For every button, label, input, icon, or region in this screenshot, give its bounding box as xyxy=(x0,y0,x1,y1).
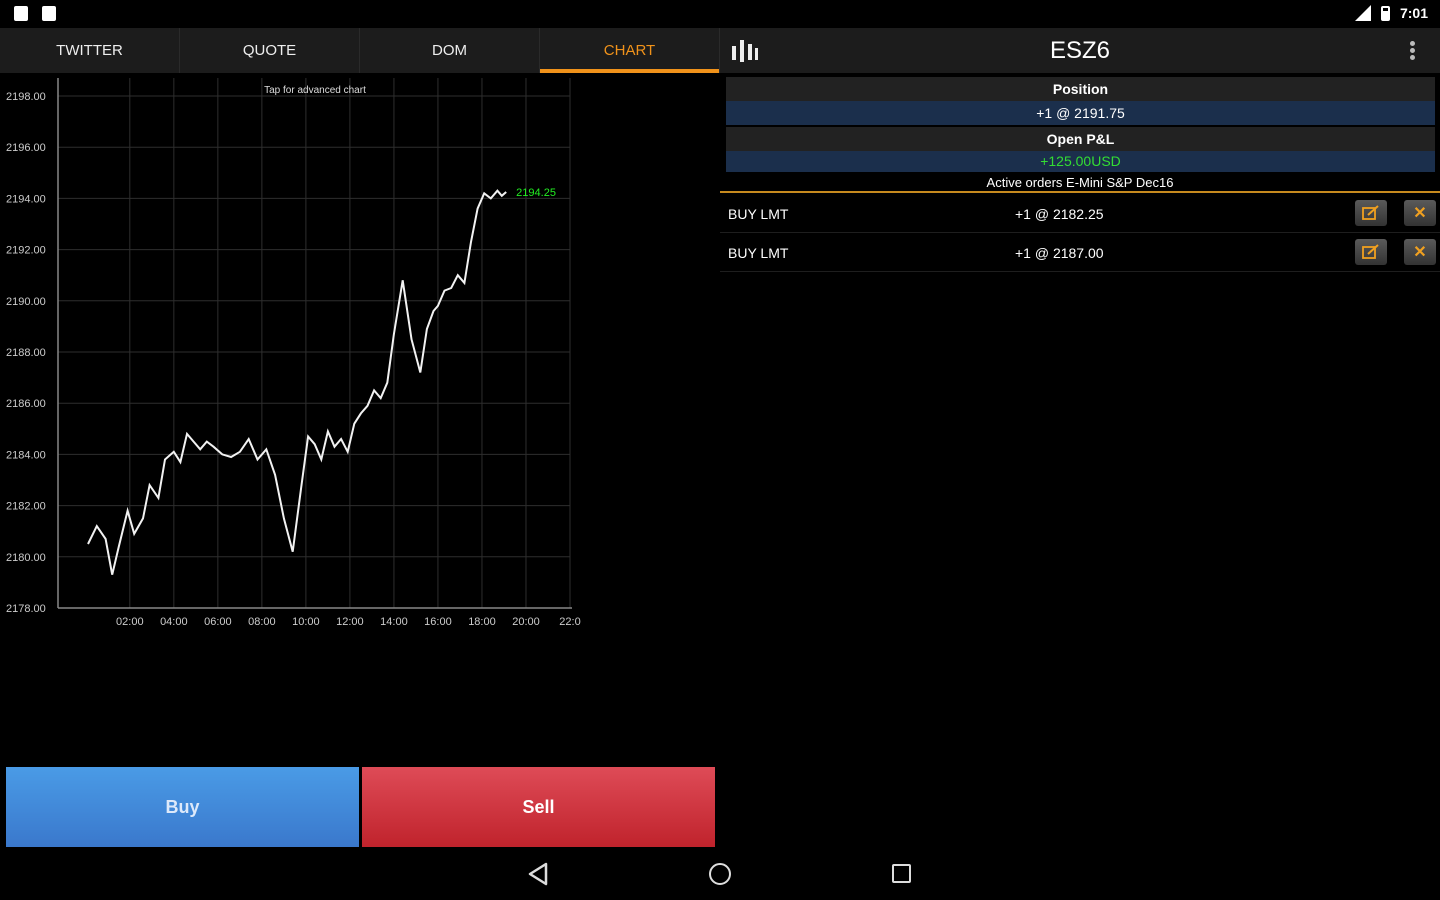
price-chart-svg[interactable]: 2198.00 2196.00 2194.00 2192.00 2190.00 2188.… xyxy=(0,73,720,653)
order-row: BUY LMT +1 @ 2187.00 ✕ xyxy=(720,235,1440,272)
x-tick-label: 06:00 xyxy=(204,616,232,628)
tab-bar: TWITTER QUOTE DOM CHART xyxy=(0,28,720,73)
y-tick-label: 2182.00 xyxy=(6,501,46,513)
close-icon: ✕ xyxy=(1413,205,1427,222)
pnl-value: +125.00USD xyxy=(726,151,1435,172)
y-tick-label: 2188.00 xyxy=(6,347,46,359)
x-tick-label: 20:00 xyxy=(512,616,540,628)
y-tick-label: 2190.00 xyxy=(6,296,46,308)
signal-icon xyxy=(1354,5,1371,21)
order-row: BUY LMT +1 @ 2182.25 ✕ xyxy=(720,196,1440,233)
back-icon[interactable] xyxy=(527,862,549,886)
order-quantity-price: +1 @ 2187.00 xyxy=(1015,245,1104,261)
x-tick-label: 12:00 xyxy=(336,616,364,628)
home-icon[interactable] xyxy=(709,863,731,885)
order-type: BUY LMT xyxy=(728,245,789,261)
y-tick-label: 2192.00 xyxy=(6,245,46,257)
notification-icon xyxy=(42,6,56,21)
y-tick-label: 2184.00 xyxy=(6,449,46,461)
edit-order-button[interactable] xyxy=(1355,239,1387,265)
buy-button[interactable]: Buy xyxy=(6,767,359,847)
edit-order-button[interactable] xyxy=(1355,200,1387,226)
sell-button[interactable]: Sell xyxy=(362,767,715,847)
edit-icon xyxy=(1362,205,1379,220)
y-tick-label: 2178.00 xyxy=(6,603,46,615)
tab-dom[interactable]: DOM xyxy=(360,28,540,73)
order-quantity-price: +1 @ 2182.25 xyxy=(1015,206,1104,222)
price-series-line xyxy=(87,189,507,575)
battery-icon xyxy=(1380,5,1390,21)
cancel-order-button[interactable]: ✕ xyxy=(1404,239,1436,265)
close-icon: ✕ xyxy=(1413,244,1427,261)
y-tick-label: 2198.00 xyxy=(6,91,46,103)
position-value: +1 @ 2191.75 xyxy=(726,101,1435,125)
tab-quote[interactable]: QUOTE xyxy=(180,28,360,73)
notification-icon xyxy=(14,6,28,21)
x-tick-label: 08:00 xyxy=(248,616,276,628)
symbol-title: ESZ6 xyxy=(1049,37,1111,64)
last-price-label: 2194.25 xyxy=(516,187,556,199)
status-time: 7:01 xyxy=(1399,5,1428,21)
x-tick-label: 04:00 xyxy=(160,616,188,628)
x-tick-label: 18:00 xyxy=(468,616,496,628)
overflow-menu-icon[interactable] xyxy=(1410,41,1416,61)
y-tick-label: 2180.00 xyxy=(6,552,46,564)
y-tick-label: 2186.00 xyxy=(6,398,46,410)
cancel-order-button[interactable]: ✕ xyxy=(1404,200,1436,226)
symbol-header: ESZ6 xyxy=(720,28,1440,73)
status-bar: 7:01 xyxy=(0,0,1440,28)
system-nav-bar xyxy=(0,848,1440,900)
x-tick-label: 02:00 xyxy=(116,616,144,628)
pnl-label: Open P&L xyxy=(726,127,1435,151)
position-label: Position xyxy=(726,77,1435,101)
edit-icon xyxy=(1362,244,1379,259)
x-tick-label: 10:00 xyxy=(292,616,320,628)
tab-chart[interactable]: CHART xyxy=(540,28,720,73)
x-tick-label: 22:0 xyxy=(559,616,580,628)
price-chart[interactable]: 2198.00 2196.00 2194.00 2192.00 2190.00 2188.… xyxy=(0,73,720,653)
chart-title[interactable]: Tap for advanced chart xyxy=(264,85,366,96)
x-tick-label: 16:00 xyxy=(424,616,452,628)
x-tick-label: 14:00 xyxy=(380,616,408,628)
y-tick-label: 2196.00 xyxy=(6,142,46,154)
active-orders-title: Active orders E-Mini S&P Dec16 xyxy=(720,173,1440,193)
tab-twitter[interactable]: TWITTER xyxy=(0,28,180,73)
recents-icon[interactable] xyxy=(892,864,911,883)
y-tick-label: 2194.00 xyxy=(6,193,46,205)
order-type: BUY LMT xyxy=(728,206,789,222)
